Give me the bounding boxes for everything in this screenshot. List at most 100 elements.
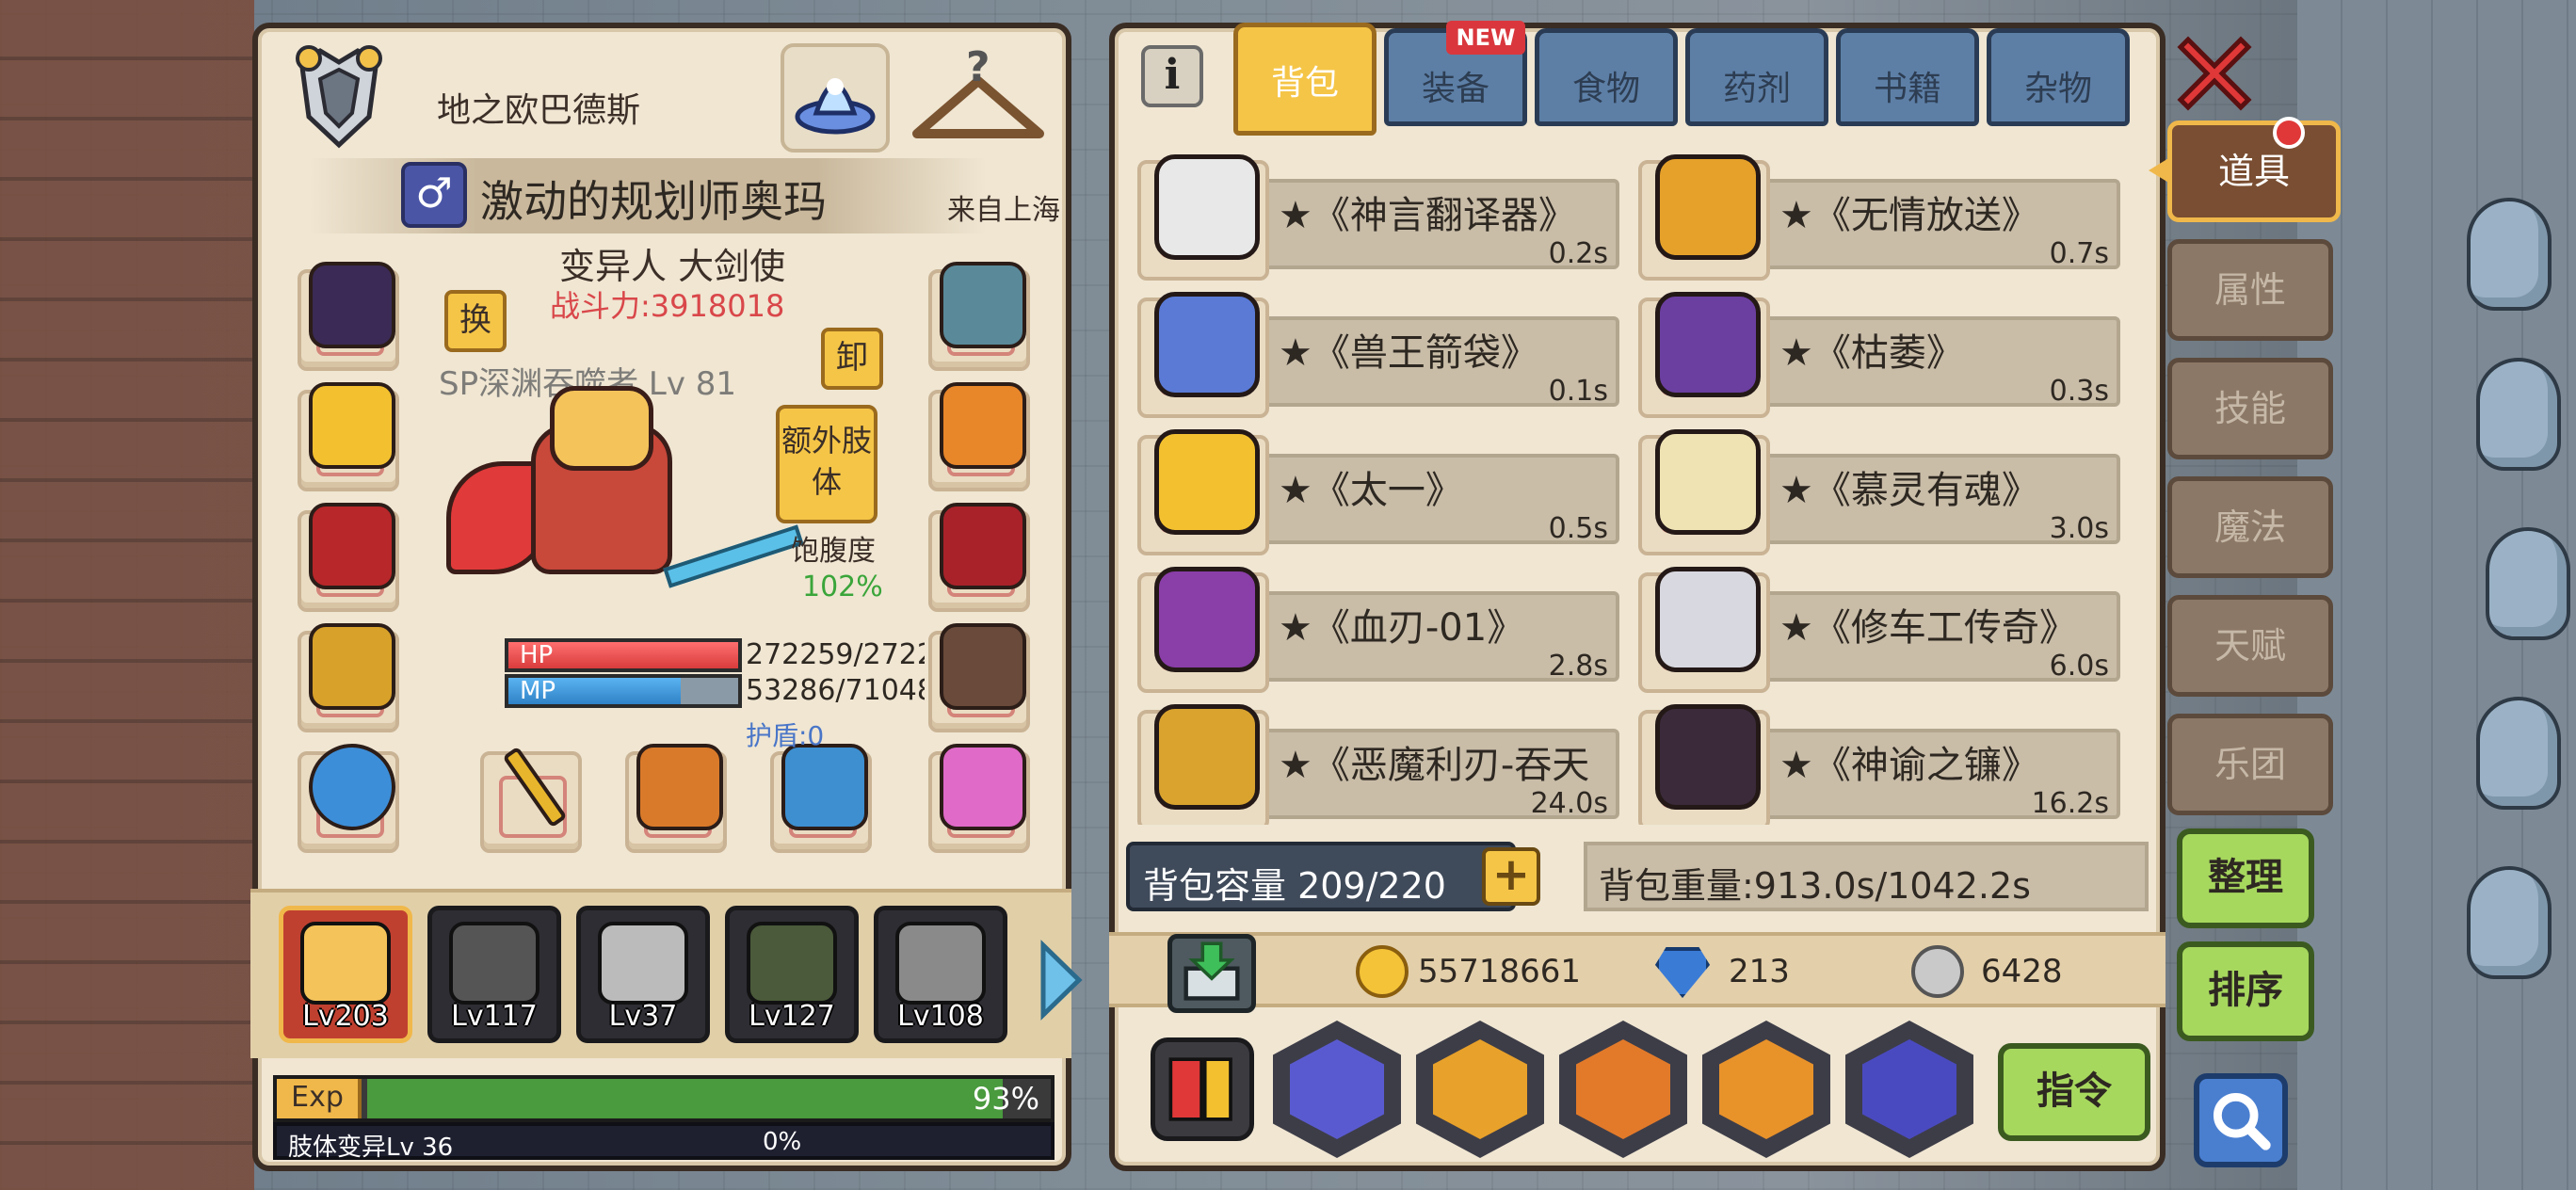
red-crown-icon [1655, 154, 1761, 260]
weapon-slot-staff[interactable] [480, 746, 582, 853]
item-weight: 0.2s [1548, 237, 1608, 270]
item-name: ★《神谕之镰》 [1779, 744, 2039, 787]
chevron-right-icon[interactable] [1038, 940, 1085, 1021]
extra-limb-button[interactable]: 额外肢体 [776, 405, 877, 523]
weapon-slot-spear[interactable] [625, 744, 727, 853]
hotkey-123-icon[interactable] [1151, 1037, 1254, 1141]
gear-slot-pumpkin[interactable] [928, 382, 1030, 491]
character-avatar [446, 386, 804, 631]
gear-slot-cape[interactable] [298, 623, 399, 732]
tab-misc[interactable]: 杂物 [1987, 28, 2130, 126]
list-item[interactable]: ★《血刃-01》 2.8s [1137, 559, 1627, 693]
list-item[interactable]: ★《慕灵有魂》 3.0s [1638, 422, 2128, 555]
party-member[interactable]: Lv117 [427, 906, 561, 1043]
mutation-label: 肢体变异Lv 36 [288, 1134, 454, 1162]
golden-wing-icon [1154, 429, 1260, 535]
skill-slot[interactable] [1273, 1021, 1401, 1158]
tab-books[interactable]: 书籍 [1836, 28, 1979, 126]
organize-button[interactable]: 整理 [2177, 828, 2314, 928]
item-weight: 0.1s [1548, 375, 1608, 408]
side-tab-magic[interactable]: 魔法 [2167, 476, 2333, 578]
gear-slot-boots[interactable] [928, 623, 1030, 732]
party-member[interactable]: Lv108 [874, 906, 1007, 1043]
exp-percent: 93% [972, 1081, 1039, 1117]
list-item[interactable]: ★《恶魔利刃-吞天 24.0s [1137, 697, 1627, 825]
gear-slot-pet[interactable] [298, 382, 399, 491]
unequip-button[interactable]: 卸 [821, 328, 883, 390]
command-button[interactable]: 指令 [1998, 1043, 2150, 1141]
list-item[interactable]: ★《无情放送》 0.7s [1638, 147, 2128, 281]
tab-potion[interactable]: 药剂 [1685, 28, 1828, 126]
skill-slot[interactable] [1416, 1021, 1544, 1158]
list-item[interactable]: ★《兽王箭袋》 0.1s [1137, 284, 1627, 418]
skill-slot[interactable] [1559, 1021, 1687, 1158]
info-button[interactable]: i [1141, 45, 1203, 107]
side-tab-attributes[interactable]: 属性 [2167, 239, 2333, 341]
gear-slot-belt[interactable] [928, 503, 1030, 612]
hp-value: 272259/2722 [746, 638, 925, 671]
capacity-box: 背包容量 209/220 [1126, 842, 1516, 911]
sort-button[interactable]: 排序 [2177, 941, 2314, 1041]
list-item[interactable]: ★《神谕之镰》 16.2s [1638, 697, 2128, 825]
wardrobe-hanger-icon[interactable]: ? [908, 43, 1049, 153]
currency-strip: 55718661 213 6428 [1109, 932, 2165, 1013]
character-panel: 地之欧巴德斯 ? ♂ 激动的规划师奥玛 来自上海 变异人 大剑使 战斗力:391… [250, 23, 1083, 1171]
wrench-icon [1655, 567, 1761, 672]
translator-icon [1154, 154, 1260, 260]
scythe-icon [1655, 704, 1761, 810]
close-icon[interactable] [2167, 26, 2262, 121]
party-member[interactable]: Lv37 [576, 906, 710, 1043]
shuriken-skill-icon [1719, 1039, 1813, 1139]
character-class: 变异人 大剑使 [559, 246, 786, 287]
list-item[interactable]: ★《神言翻译器》 0.2s [1137, 147, 1627, 281]
rank-emblem-icon [296, 45, 382, 149]
shield-value: 护盾:0 [746, 720, 825, 751]
side-tab-talents[interactable]: 天赋 [2167, 595, 2333, 697]
character-origin: 来自上海 [947, 194, 1060, 227]
item-weight: 16.2s [2031, 787, 2109, 820]
robe-icon [1655, 429, 1761, 535]
gear-slot-emblem[interactable] [928, 262, 1030, 371]
item-name: ★《枯萎》 [1779, 331, 1964, 375]
list-item[interactable]: ★《修车工传奇》 6.0s [1638, 559, 2128, 693]
side-tab-skills[interactable]: 技能 [2167, 358, 2333, 459]
side-tab-band[interactable]: 乐团 [2167, 714, 2333, 815]
party-member[interactable]: Lv127 [725, 906, 859, 1043]
diamond-icon [1655, 947, 1710, 998]
party-level: Lv127 [749, 1000, 835, 1033]
tab-backpack[interactable]: 背包 [1233, 23, 1377, 136]
exp-bar: Exp 93% [273, 1075, 1055, 1122]
tree-decoration [2467, 866, 2552, 979]
item-weight: 3.0s [2049, 512, 2109, 545]
vortex-skill-icon [1290, 1039, 1384, 1139]
expand-capacity-button[interactable]: + [1482, 847, 1540, 906]
gear-slot-helmet[interactable] [298, 262, 399, 371]
swap-button[interactable]: 换 [444, 290, 507, 352]
party-member[interactable]: Lv203 [279, 906, 412, 1043]
weight-text: 背包重量:913.0s/1042.2s [1599, 865, 2031, 907]
search-icon[interactable] [2194, 1073, 2288, 1167]
skill-slot[interactable] [1845, 1021, 1973, 1158]
gold-amount: 55718661 [1418, 953, 1582, 990]
side-tab-items[interactable]: 道具 [2167, 121, 2341, 222]
ring-icon [309, 744, 395, 830]
gear-slot-armor[interactable] [298, 503, 399, 612]
item-weight: 6.0s [2049, 650, 2109, 683]
list-item[interactable]: ★《太一》 0.5s [1137, 422, 1627, 555]
combat-power: 战斗力:3918018 [550, 288, 785, 324]
weapon-slot-fish[interactable] [770, 744, 872, 853]
weight-box: 背包重量:913.0s/1042.2s [1584, 842, 2149, 911]
hp-label: HP [520, 641, 554, 669]
gear-slot-ring[interactable] [298, 744, 399, 853]
tab-food[interactable]: 食物 [1535, 28, 1678, 126]
item-name: ★《兽王箭袋》 [1279, 331, 1538, 375]
list-item[interactable]: ★《枯萎》 0.3s [1638, 284, 2128, 418]
party-avatar [449, 922, 539, 1005]
portal-icon[interactable] [781, 43, 890, 153]
item-name: ★《修车工传奇》 [1779, 606, 2077, 650]
gear-slot-charm[interactable] [928, 744, 1030, 853]
inbox-icon[interactable] [1167, 934, 1256, 1013]
item-weight: 24.0s [1530, 787, 1608, 820]
skill-slot[interactable] [1702, 1021, 1830, 1158]
party-avatar [300, 922, 391, 1005]
